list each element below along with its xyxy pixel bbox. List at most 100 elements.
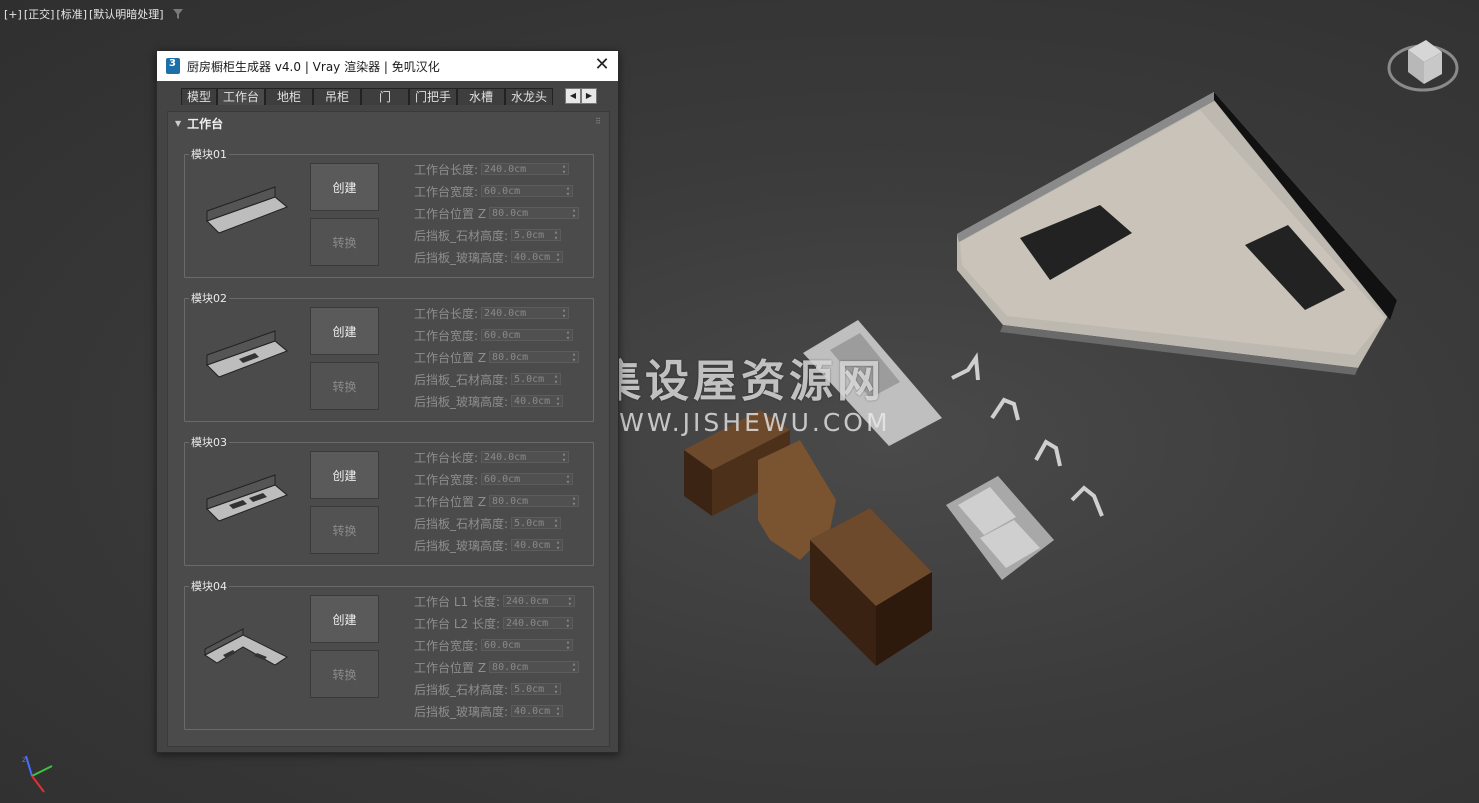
spinner-input[interactable]: 240.0cm ▴ ▾: [503, 595, 575, 608]
dialog-titlebar[interactable]: 厨房橱柜生成器 v4.0 | Vray 渲染器 | 免叽汉化 ✕: [157, 51, 618, 81]
kitchen-cabinet-dialog[interactable]: 厨房橱柜生成器 v4.0 | Vray 渲染器 | 免叽汉化 ✕ 模型 工作台 …: [156, 50, 619, 753]
spinner-arrows-icon[interactable]: ▴ ▾: [554, 517, 558, 530]
dialog-title: 厨房橱柜生成器 v4.0 | Vray 渲染器 | 免叽汉化: [187, 59, 440, 74]
tab-door[interactable]: 门: [361, 88, 409, 105]
spinner-input[interactable]: 5.0cm ▴ ▾: [511, 683, 562, 696]
param-row: 工作台长度: 240.0cm ▴ ▾: [414, 161, 570, 177]
close-button[interactable]: ✕: [594, 54, 610, 75]
param-row: 工作台位置 Z 80.0cm ▴ ▾: [414, 659, 580, 675]
spinner-input[interactable]: 60.0cm ▴ ▾: [481, 639, 574, 652]
spinner-input[interactable]: 240.0cm ▴ ▾: [481, 163, 570, 176]
spinner-arrows-icon[interactable]: ▴ ▾: [572, 207, 576, 220]
spinner-input[interactable]: 240.0cm ▴ ▾: [481, 451, 570, 464]
param-row: 后挡板_石材高度: 5.0cm ▴ ▾: [414, 515, 562, 531]
param-row: 工作台 L2 长度: 240.0cm ▴ ▾: [414, 615, 573, 631]
spinner-arrows-icon[interactable]: ▴ ▾: [566, 185, 570, 198]
close-icon: ✕: [594, 54, 610, 75]
viewcube-icon[interactable]: [1386, 32, 1460, 94]
spinner-arrows-icon[interactable]: ▴ ▾: [556, 251, 560, 264]
spinner-arrows-icon[interactable]: ▴ ▾: [554, 373, 558, 386]
module-title: 模块04: [189, 578, 229, 594]
create-button[interactable]: 创建: [310, 451, 379, 499]
spinner-input[interactable]: 5.0cm ▴ ▾: [511, 229, 562, 242]
module-group: 模块02 创建 转换 工作台长度: 240.0cm ▴ ▾ 工作台宽度: 60.0cm ▴…: [184, 290, 594, 422]
rollout-header[interactable]: ▼ 工作台: [168, 112, 609, 134]
convert-button[interactable]: 转换: [310, 362, 379, 410]
tab-bar: 模型 工作台 地柜 吊柜 门 门把手 水槽 水龙头: [181, 88, 553, 106]
create-button[interactable]: 创建: [310, 595, 379, 643]
worktop-single-sink-thumbnail: [206, 330, 288, 378]
spinner-input[interactable]: 40.0cm ▴ ▾: [511, 395, 564, 408]
svg-text:z: z: [22, 755, 26, 764]
param-row: 工作台位置 Z 80.0cm ▴ ▾: [414, 349, 580, 365]
spinner-input[interactable]: 80.0cm ▴ ▾: [489, 495, 580, 508]
module-title: 模块03: [189, 434, 229, 450]
spinner-input[interactable]: 240.0cm ▴ ▾: [481, 307, 570, 320]
tab-scroll-left-icon[interactable]: ◀: [565, 88, 581, 104]
param-row: 后挡板_石材高度: 5.0cm ▴ ▾: [414, 681, 562, 697]
spinner-arrows-icon[interactable]: ▴ ▾: [572, 351, 576, 364]
spinner-input[interactable]: 80.0cm ▴ ▾: [489, 207, 580, 220]
spinner-input[interactable]: 40.0cm ▴ ▾: [511, 539, 564, 552]
convert-button[interactable]: 转换: [310, 218, 379, 266]
spinner-arrows-icon[interactable]: ▴ ▾: [566, 329, 570, 342]
spinner-arrows-icon[interactable]: ▴ ▾: [572, 661, 576, 674]
spinner-input[interactable]: 40.0cm ▴ ▾: [511, 251, 564, 264]
rollout-grip-icon[interactable]: ⠿: [595, 117, 601, 126]
tab-door-handle[interactable]: 门把手: [409, 88, 457, 105]
param-row: 工作台宽度: 60.0cm ▴ ▾: [414, 327, 574, 343]
spinner-arrows-icon[interactable]: ▴ ▾: [566, 617, 570, 630]
spinner-arrows-icon[interactable]: ▴ ▾: [568, 595, 572, 608]
tab-scroll: ◀ ▶: [565, 88, 597, 104]
create-button[interactable]: 创建: [310, 163, 379, 211]
axis-gizmo-icon: z: [22, 755, 53, 793]
spinner-input[interactable]: 60.0cm ▴ ▾: [481, 473, 574, 486]
param-row: 工作台长度: 240.0cm ▴ ▾: [414, 305, 570, 321]
tab-wall-cabinet[interactable]: 吊柜: [313, 88, 361, 105]
create-button[interactable]: 创建: [310, 307, 379, 355]
tab-scroll-right-icon[interactable]: ▶: [581, 88, 597, 104]
convert-button[interactable]: 转换: [310, 506, 379, 554]
tab-model[interactable]: 模型: [181, 88, 217, 105]
tab-worktop[interactable]: 工作台: [217, 88, 265, 105]
spinner-arrows-icon[interactable]: ▴ ▾: [562, 451, 566, 464]
spinner-arrows-icon[interactable]: ▴ ▾: [556, 395, 560, 408]
double-sink-model: [946, 476, 1054, 580]
spinner-arrows-icon[interactable]: ▴ ▾: [556, 539, 560, 552]
spinner-arrows-icon[interactable]: ▴ ▾: [566, 639, 570, 652]
spinner-input[interactable]: 5.0cm ▴ ▾: [511, 373, 562, 386]
convert-button[interactable]: 转换: [310, 650, 379, 698]
module-group: 模块03 创建 转换 工作台长度: 240.0cm ▴ ▾ 工作台宽度: 60.0cm ▴…: [184, 434, 594, 566]
param-row: 后挡板_石材高度: 5.0cm ▴ ▾: [414, 227, 562, 243]
param-row: 后挡板_玻璃高度: 40.0cm ▴ ▾: [414, 393, 564, 409]
worktop-l-shape-thumbnail: [204, 628, 288, 666]
watermark: 集设屋资源网 WWW.JISHEWU.COM: [586, 356, 896, 442]
l-countertop-model: [957, 92, 1397, 375]
spinner-arrows-icon[interactable]: ▴ ▾: [566, 473, 570, 486]
spinner-arrows-icon[interactable]: ▴ ▾: [562, 307, 566, 320]
spinner-arrows-icon[interactable]: ▴ ▾: [572, 495, 576, 508]
collapse-triangle-icon[interactable]: ▼: [175, 119, 181, 128]
param-row: 工作台位置 Z 80.0cm ▴ ▾: [414, 205, 580, 221]
spinner-arrows-icon[interactable]: ▴ ▾: [562, 163, 566, 176]
spinner-input[interactable]: 240.0cm ▴ ▾: [503, 617, 573, 630]
spinner-input[interactable]: 60.0cm ▴ ▾: [481, 185, 574, 198]
tab-sink[interactable]: 水槽: [457, 88, 505, 105]
3dsmax-icon: [166, 58, 180, 74]
spinner-arrows-icon[interactable]: ▴ ▾: [554, 683, 558, 696]
spinner-input[interactable]: 80.0cm ▴ ▾: [489, 661, 580, 674]
spinner-arrows-icon[interactable]: ▴ ▾: [556, 705, 560, 718]
spinner-input[interactable]: 5.0cm ▴ ▾: [511, 517, 562, 530]
param-row: 工作台长度: 240.0cm ▴ ▾: [414, 449, 570, 465]
spinner-input[interactable]: 40.0cm ▴ ▾: [511, 705, 564, 718]
spinner-input[interactable]: 60.0cm ▴ ▾: [481, 329, 574, 342]
param-row: 后挡板_玻璃高度: 40.0cm ▴ ▾: [414, 703, 564, 719]
param-row: 工作台宽度: 60.0cm ▴ ▾: [414, 183, 574, 199]
tab-base-cabinet[interactable]: 地柜: [265, 88, 313, 105]
watermark-cn: 集设屋资源网: [597, 356, 885, 407]
tab-faucet[interactable]: 水龙头: [505, 88, 553, 105]
spinner-arrows-icon[interactable]: ▴ ▾: [554, 229, 558, 242]
module-title: 模块02: [189, 290, 229, 306]
spinner-input[interactable]: 80.0cm ▴ ▾: [489, 351, 580, 364]
wood-cabinet-models: [684, 410, 932, 666]
